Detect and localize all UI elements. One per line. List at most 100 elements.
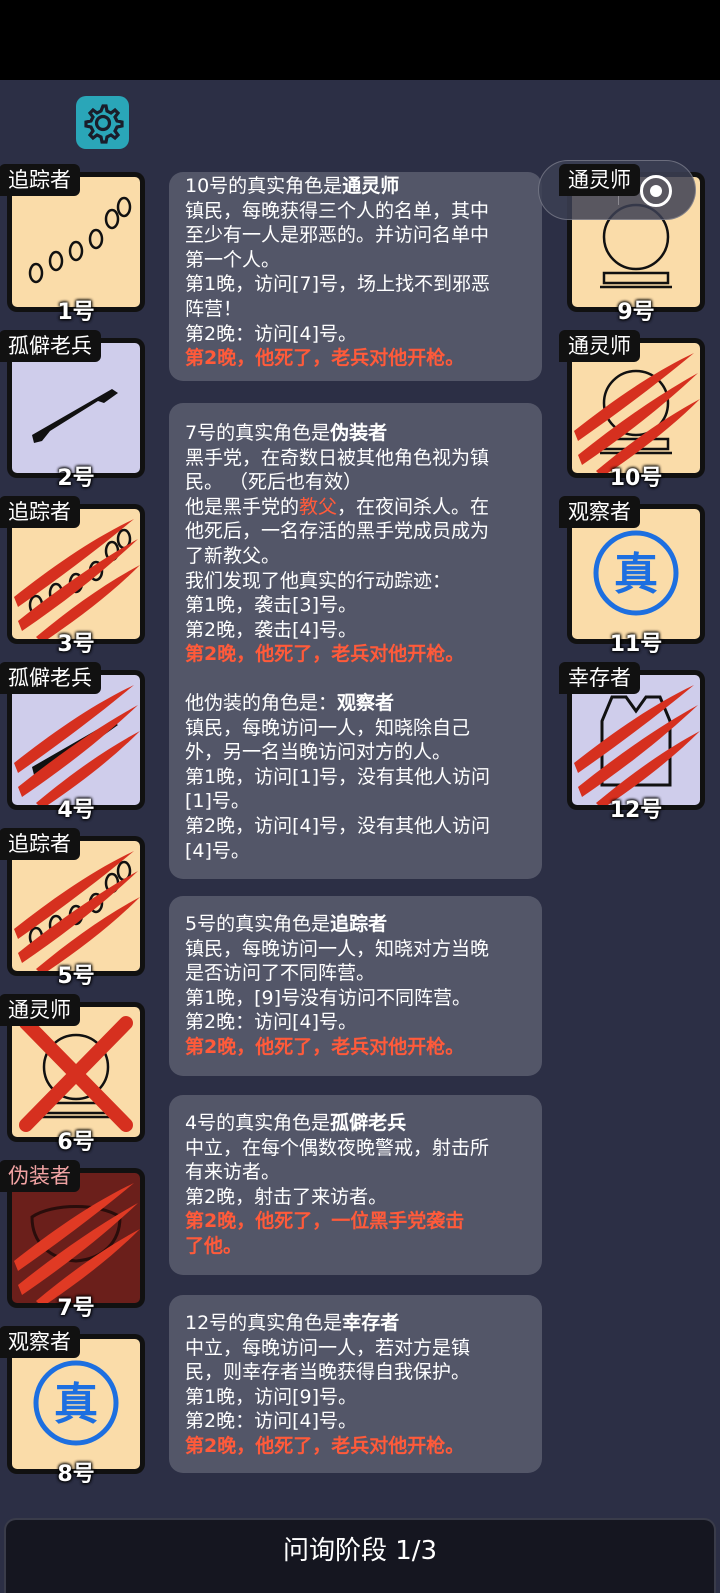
message-line: 第1晚，[9]号没有访问不同阵营。 [185, 986, 472, 1009]
reveal-message-7: 7号的真实角色是伪装者 黑手党，在奇数日被其他角色视为镇 民。 （死后也有效） … [169, 403, 542, 880]
player-number: 11号 [609, 632, 663, 657]
gear-icon [83, 103, 124, 144]
claw-slash-icon [574, 353, 700, 473]
message-title: 7号的真实角色是伪装者 [185, 422, 388, 444]
claw-slash-icon [14, 851, 140, 971]
message-line: 他死后，一名存活的黑手党成员成为 [185, 520, 490, 543]
player-number: 6号 [57, 1130, 95, 1155]
message-title: 10号的真实角色是通灵师 [185, 175, 400, 197]
message-line: 第2晚，射击了来访者。 [185, 1185, 388, 1208]
message-line: 第2晚：访问[4]号。 [185, 1011, 358, 1034]
godfather-highlight: 教父 [299, 495, 338, 518]
death-notice: 第2晚，他死了，老兵对他开枪。 [185, 1434, 465, 1457]
role-label: 追踪者 [0, 164, 80, 196]
player-card-11[interactable]: 真 观察者 11号 [559, 496, 705, 657]
truth-eye-icon: 真 [593, 530, 679, 616]
player-number: 5号 [57, 964, 95, 989]
message-line: [1]号。 [185, 790, 250, 813]
player-number: 9号 [617, 300, 655, 325]
role-label: 伪装者 [0, 1160, 80, 1192]
role-label: 孤僻老兵 [0, 330, 101, 362]
phase-label: 问询阶段 1/3 [282, 1536, 438, 1566]
player-number: 2号 [57, 466, 95, 491]
footprints-icon [28, 196, 132, 284]
message-title: 4号的真实角色是孤僻老兵 [185, 1112, 407, 1134]
message-line: 第1晚，袭击[3]号。 [185, 594, 358, 617]
message-line: 第1晚，访问[9]号。 [185, 1385, 358, 1408]
message-line: 民，则幸存者当晚获得自我保护。 [185, 1361, 471, 1384]
phase-bar: 问询阶段 1/3 [4, 1518, 716, 1593]
role-label: 观察者 [559, 496, 640, 528]
player-card-6[interactable]: 通灵师 6号 [0, 994, 145, 1155]
player-card-3[interactable]: 追踪者 3号 [0, 496, 145, 657]
player-card-2[interactable]: 孤僻老兵 2号 [0, 330, 145, 491]
reveal-message-4: 4号的真实角色是孤僻老兵 中立，在每个偶数夜晚警戒，射击所 有来访者。 第2晚，… [169, 1095, 542, 1275]
role-label: 通灵师 [559, 330, 640, 362]
death-notice: 第2晚，他死了，老兵对他开枪。 [185, 1035, 465, 1058]
reveal-message-5: 5号的真实角色是追踪者 镇民，每晚访问一人，知晓对方当晚 是否访问了不同阵营。 … [169, 896, 542, 1076]
claw-slash-icon [574, 685, 700, 805]
role-label: 幸存者 [559, 662, 640, 694]
message-line: 第2晚，袭击[4]号。 [185, 618, 358, 641]
message-line: 他是黑手党的教父，在夜间杀人。在 [185, 495, 490, 518]
settings-button[interactable] [76, 96, 129, 149]
close-miniprogram-icon[interactable] [640, 175, 672, 207]
message-line: 镇民，每晚获得三个人的名单，其中 [185, 199, 490, 222]
role-label: 孤僻老兵 [0, 662, 101, 694]
message-line: 我们发现了他真实的行动踪迹： [185, 569, 452, 592]
message-line: 阵营！ [185, 297, 243, 320]
death-notice: 第2晚，他死了，一位黑手党袭击 [185, 1210, 465, 1233]
message-line: 第一个人。 [185, 248, 281, 271]
message-line: 有来访者。 [185, 1161, 281, 1184]
reveal-message-12: 12号的真实角色是幸存者 中立，每晚访问一人，若对方是镇 民，则幸存者当晚获得自… [169, 1295, 542, 1473]
player-card-8[interactable]: 真 观察者 8号 [0, 1326, 145, 1487]
player-number: 8号 [57, 1462, 95, 1487]
player-card-1[interactable]: 追踪者 1号 [0, 164, 145, 325]
player-card-7[interactable]: 伪装者 7号 [0, 1160, 145, 1321]
player-number: 12号 [609, 798, 663, 823]
message-line: 第2晚：访问[4]号。 [185, 322, 358, 345]
claw-slash-icon [14, 1183, 140, 1303]
message-title: 12号的真实角色是幸存者 [185, 1312, 400, 1334]
death-notice: 第2晚，他死了，老兵对他开枪。 [185, 347, 465, 370]
message-line: 了新教父。 [185, 544, 281, 567]
cross-mark-icon [19, 1016, 133, 1132]
death-notice: 第2晚，他死了，老兵对他开枪。 [185, 643, 465, 666]
message-line: 镇民，每晚访问一人，知晓对方当晚 [185, 937, 490, 960]
message-line: 第1晚，访问[1]号，没有其他人访问 [185, 765, 491, 788]
rifle-icon [32, 389, 118, 443]
player-card-10[interactable]: 通灵师 10号 [559, 330, 705, 491]
claw-slash-icon [14, 519, 140, 639]
message-line: 第1晚，访问[7]号，场上找不到邪恶 [185, 273, 491, 296]
player-card-12[interactable]: 幸存者 12号 [559, 662, 705, 823]
message-line: 外，另一名当晚访问对方的人。 [185, 741, 452, 764]
svg-text:真: 真 [54, 1379, 98, 1430]
player-number: 7号 [57, 1296, 95, 1321]
player-number: 10号 [609, 466, 663, 491]
truth-eye-icon: 真 [33, 1360, 119, 1446]
message-line: [4]号。 [185, 839, 250, 862]
message-line: 第2晚，访问[4]号，没有其他人访问 [185, 814, 491, 837]
role-label: 追踪者 [0, 496, 80, 528]
message-line: 中立，在每个偶数夜晚警戒，射击所 [185, 1136, 490, 1159]
message-line: 第2晚：访问[4]号。 [185, 1410, 358, 1433]
role-label: 通灵师 [559, 164, 640, 196]
message-title: 5号的真实角色是追踪者 [185, 913, 388, 935]
message-line: 至少有一人是邪恶的。并访问名单中 [185, 224, 490, 247]
player-number: 1号 [57, 300, 95, 325]
message-line: 民。 （死后也有效） [185, 471, 363, 494]
message-line: 中立，每晚访问一人，若对方是镇 [185, 1336, 471, 1359]
player-number: 3号 [57, 632, 95, 657]
status-bar [0, 0, 720, 80]
claw-slash-icon [14, 685, 140, 805]
message-line: 黑手党，在奇数日被其他角色视为镇 [185, 446, 490, 469]
role-label: 观察者 [0, 1326, 80, 1358]
svg-text:真: 真 [614, 549, 658, 600]
role-label: 通灵师 [0, 994, 80, 1026]
player-card-5[interactable]: 追踪者 5号 [0, 828, 145, 989]
message-line: 镇民，每晚访问一人，知晓除自己 [185, 716, 471, 739]
player-card-4[interactable]: 孤僻老兵 4号 [0, 662, 145, 823]
player-number: 4号 [57, 798, 95, 823]
message-line: 是否访问了不同阵营。 [185, 962, 376, 985]
